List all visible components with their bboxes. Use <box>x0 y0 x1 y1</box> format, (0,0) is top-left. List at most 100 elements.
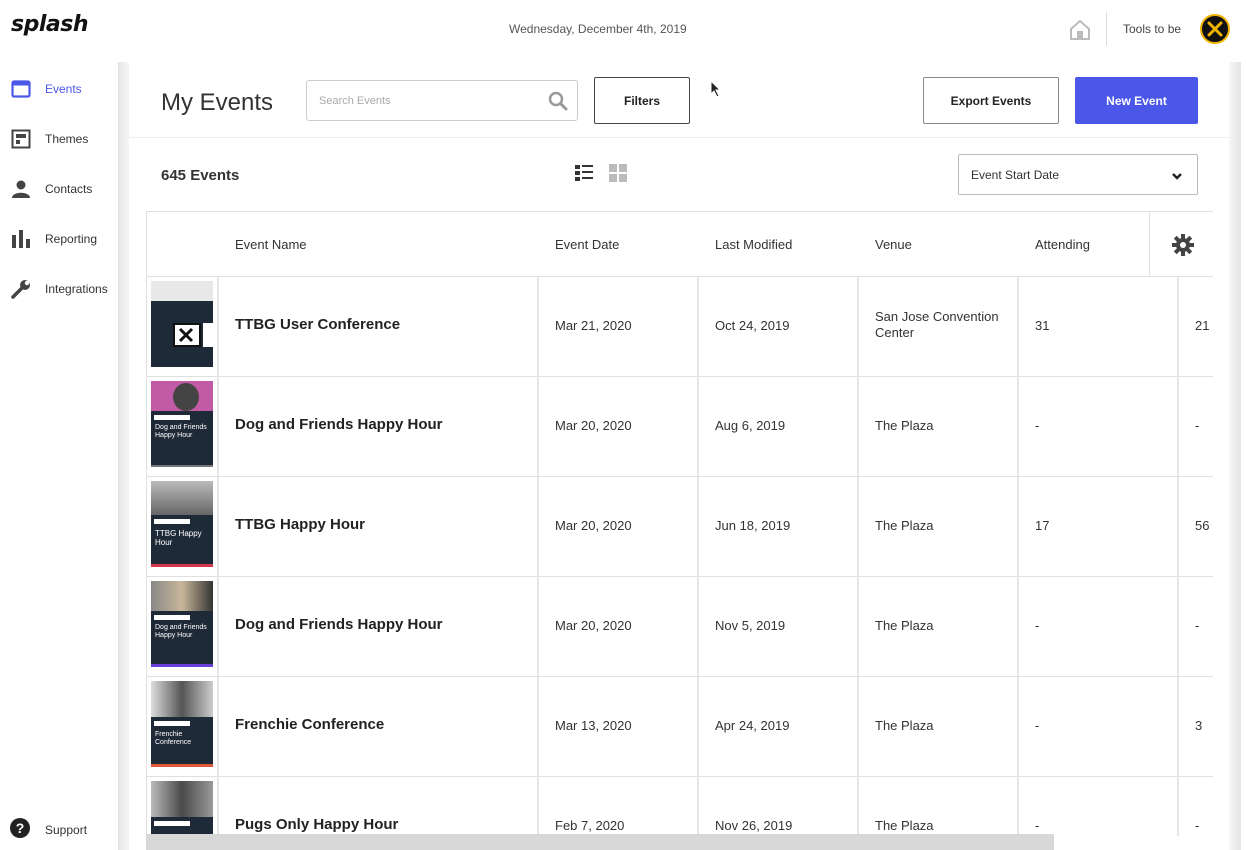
export-events-button[interactable]: Export Events <box>923 77 1059 124</box>
column-header-event-date[interactable]: Event Date <box>555 237 619 252</box>
content-shadow-left <box>118 62 129 850</box>
column-divider <box>1177 277 1179 377</box>
event-name-link[interactable]: TTBG Happy Hour <box>235 516 365 533</box>
column-divider <box>217 777 219 836</box>
last-modified: Apr 24, 2019 <box>715 718 790 733</box>
org-name[interactable]: Tools to be <box>1123 22 1181 36</box>
column-divider <box>697 377 699 477</box>
table-row[interactable]: Frenchie Conference Frenchie Conference … <box>147 677 1213 777</box>
column-divider <box>537 477 539 577</box>
sidebar-item-label: Themes <box>45 132 89 146</box>
sidebar-item-events[interactable]: Events <box>0 74 118 104</box>
column-divider <box>537 277 539 377</box>
table-row[interactable]: Pugs Only Happy Hour Feb 7, 2020 Nov 26,… <box>147 777 1213 836</box>
sidebar-item-contacts[interactable]: Contacts <box>0 174 118 204</box>
tools-logo-icon <box>178 327 194 343</box>
list-view-icon[interactable] <box>575 164 593 182</box>
attending-count: 31 <box>1035 318 1050 333</box>
org-avatar[interactable] <box>1200 14 1230 44</box>
event-name-link[interactable]: Frenchie Conference <box>235 716 384 733</box>
splash-logo[interactable]: splash <box>11 12 89 37</box>
help-icon: ? <box>10 818 30 838</box>
event-count: 645 Events <box>161 167 240 184</box>
header-divider <box>129 137 1229 138</box>
calendar-icon <box>11 79 31 99</box>
sidebar-item-support[interactable]: ? Support <box>0 814 118 844</box>
table-row[interactable]: TTBG Happy Hour TTBG Happy Hour Mar 20, … <box>147 477 1213 577</box>
column-settings-button[interactable] <box>1149 212 1213 277</box>
column-divider <box>217 677 219 777</box>
column-header-last-modified[interactable]: Last Modified <box>715 237 792 252</box>
sidebar-item-label: Events <box>45 82 82 96</box>
column-header-event-name[interactable]: Event Name <box>235 237 307 252</box>
event-thumbnail[interactable] <box>151 281 213 367</box>
venue: The Plaza <box>875 818 934 833</box>
column-divider <box>217 477 219 577</box>
venue: The Plaza <box>875 618 934 633</box>
column-divider <box>857 377 859 477</box>
attending-count: - <box>1035 618 1040 633</box>
event-date: Feb 7, 2020 <box>555 818 625 833</box>
table-row[interactable]: TTBG User Conference Mar 21, 2020 Oct 24… <box>147 277 1213 377</box>
sidebar-item-label: Reporting <box>45 232 98 246</box>
gear-icon <box>1172 234 1194 256</box>
sidebar-item-reporting[interactable]: Reporting <box>0 224 118 254</box>
chevron-down-icon <box>1171 169 1183 181</box>
search-input[interactable] <box>307 81 537 120</box>
last-modified: Nov 26, 2019 <box>715 818 793 833</box>
table-row[interactable]: Dog and Friends Happy Hour Dog and Frien… <box>147 377 1213 477</box>
column-header-attending[interactable]: Attending <box>1035 237 1090 252</box>
column-divider <box>857 477 859 577</box>
filters-button[interactable]: Filters <box>594 77 690 124</box>
event-name-link[interactable]: Dog and Friends Happy Hour <box>235 616 443 633</box>
event-name-link[interactable]: Dog and Friends Happy Hour <box>235 416 443 433</box>
event-thumbnail[interactable]: Dog and Friends Happy Hour <box>151 381 213 467</box>
column-divider <box>1177 677 1179 777</box>
column-divider <box>217 377 219 477</box>
column-header-venue[interactable]: Venue <box>875 237 912 252</box>
sidebar-item-themes[interactable]: Themes <box>0 124 118 154</box>
content-shadow-right <box>1229 62 1241 850</box>
column-divider <box>857 277 859 377</box>
event-date: Mar 20, 2020 <box>555 618 632 633</box>
next-column-value: 3 <box>1195 718 1203 733</box>
wrench-icon <box>11 279 31 299</box>
column-divider <box>1017 277 1019 377</box>
header-divider <box>1106 12 1107 46</box>
mouse-cursor-icon <box>710 79 722 98</box>
new-event-button[interactable]: New Event <box>1075 77 1198 124</box>
venue: San Jose Convention Center <box>875 309 999 340</box>
attending-count: - <box>1035 718 1040 733</box>
search-icon[interactable] <box>548 91 568 111</box>
event-name-link[interactable]: TTBG User Conference <box>235 316 400 333</box>
grid-view-icon[interactable] <box>609 164 627 182</box>
thumbnail-text: Dog and Friends Happy Hour <box>155 624 207 639</box>
column-divider <box>697 577 699 677</box>
column-divider <box>857 677 859 777</box>
column-divider <box>1177 777 1179 836</box>
event-date: Mar 21, 2020 <box>555 318 632 333</box>
event-name-link[interactable]: Pugs Only Happy Hour <box>235 816 398 833</box>
attending-count: - <box>1035 818 1040 833</box>
search-box[interactable] <box>306 80 578 121</box>
event-date: Mar 20, 2020 <box>555 418 632 433</box>
table-row[interactable]: Dog and Friends Happy Hour Dog and Frien… <box>147 577 1213 677</box>
event-thumbnail[interactable] <box>151 781 213 836</box>
next-column-value: - <box>1195 618 1200 633</box>
column-divider <box>1177 577 1179 677</box>
next-column-value: 56 <box>1195 518 1210 533</box>
event-thumbnail[interactable]: TTBG Happy Hour <box>151 481 213 567</box>
sort-select[interactable]: Event Start Date <box>958 154 1198 195</box>
column-divider <box>857 577 859 677</box>
column-divider <box>217 277 219 377</box>
horizontal-scrollbar[interactable] <box>146 834 1054 850</box>
current-date: Wednesday, December 4th, 2019 <box>509 22 687 36</box>
home-icon[interactable] <box>1068 18 1092 42</box>
sidebar-item-integrations[interactable]: Integrations <box>0 274 118 304</box>
event-thumbnail[interactable]: Frenchie Conference <box>151 681 213 767</box>
column-divider <box>1017 777 1019 836</box>
event-date: Mar 13, 2020 <box>555 718 632 733</box>
event-thumbnail[interactable]: Dog and Friends Happy Hour <box>151 581 213 667</box>
column-divider <box>1177 377 1179 477</box>
sidebar: Events Themes Contacts Reporting Integra… <box>0 62 118 850</box>
